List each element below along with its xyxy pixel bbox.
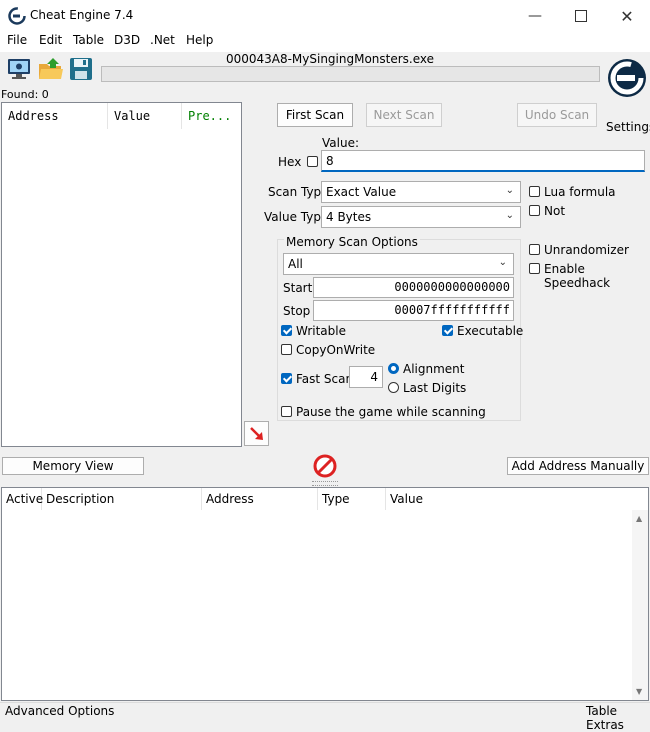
undo-scan-button[interactable]: Undo Scan bbox=[517, 103, 597, 127]
fast-scan-alignment-input[interactable]: 4 bbox=[349, 366, 383, 388]
process-title: 000043A8-MySingingMonsters.exe bbox=[225, 52, 435, 66]
save-icon bbox=[70, 58, 92, 80]
value-type-value: 4 Bytes bbox=[326, 210, 372, 224]
first-scan-button[interactable]: First Scan bbox=[277, 103, 353, 127]
enable-speedhack-checkbox[interactable] bbox=[529, 263, 540, 274]
clear-list-button[interactable] bbox=[312, 453, 338, 479]
add-address-manually-button[interactable]: Add Address Manually bbox=[507, 457, 649, 475]
next-scan-button[interactable]: Next Scan bbox=[366, 103, 442, 127]
settings-label[interactable]: Settings bbox=[606, 120, 650, 134]
chevron-down-icon: ⌄ bbox=[505, 185, 514, 196]
hex-label: Hex bbox=[278, 155, 302, 169]
maximize-icon bbox=[575, 10, 587, 22]
scan-type-label: Scan Type bbox=[268, 185, 329, 199]
writable-label: Writable bbox=[296, 324, 346, 338]
copy-on-write-checkbox[interactable] bbox=[281, 344, 292, 355]
not-checkbox[interactable] bbox=[529, 205, 540, 216]
memory-region-select[interactable]: All ⌄ bbox=[283, 253, 514, 275]
start-address-input[interactable]: 0000000000000000 bbox=[313, 277, 514, 298]
memory-region-value: All bbox=[288, 257, 303, 271]
value-type-label: Value Type bbox=[264, 210, 329, 224]
scan-results-list[interactable]: Address Value Pre... bbox=[1, 102, 242, 447]
open-process-button[interactable] bbox=[4, 55, 34, 83]
value-type-select[interactable]: 4 Bytes ⌄ bbox=[321, 206, 521, 228]
hex-checkbox[interactable] bbox=[307, 156, 318, 167]
stop-address-input[interactable]: 00007fffffffffff bbox=[313, 300, 514, 321]
results-header-previous[interactable]: Pre... bbox=[182, 103, 241, 129]
open-table-button[interactable] bbox=[36, 55, 66, 83]
cheat-engine-settings-logo-icon[interactable] bbox=[604, 52, 650, 104]
value-input[interactable]: 8 bbox=[321, 150, 645, 172]
menu-edit[interactable]: Edit bbox=[39, 33, 62, 47]
addrlist-header-value[interactable]: Value bbox=[386, 488, 632, 510]
pause-game-checkbox[interactable] bbox=[281, 406, 292, 417]
lua-formula-checkbox[interactable] bbox=[529, 186, 540, 197]
unrandomizer-checkbox[interactable] bbox=[529, 244, 540, 255]
scan-type-value: Exact Value bbox=[326, 185, 397, 199]
pause-game-label: Pause the game while scanning bbox=[296, 405, 486, 419]
table-extras-link[interactable]: Table Extras bbox=[586, 704, 650, 732]
writable-checkbox[interactable] bbox=[281, 325, 292, 336]
folder-open-icon bbox=[39, 58, 63, 79]
close-icon: ✕ bbox=[620, 6, 634, 26]
menu-net[interactable]: .Net bbox=[150, 33, 175, 47]
addrlist-header-address[interactable]: Address bbox=[202, 488, 318, 510]
menu-table[interactable]: Table bbox=[73, 33, 104, 47]
maximize-button[interactable] bbox=[558, 0, 604, 32]
menu-file[interactable]: File bbox=[7, 33, 27, 47]
address-list-scrollbar[interactable]: ▲ ▼ bbox=[632, 510, 648, 700]
fast-scan-checkbox[interactable] bbox=[281, 373, 292, 384]
scroll-down-icon[interactable]: ▼ bbox=[636, 687, 642, 696]
addrlist-header-description[interactable]: Description bbox=[42, 488, 202, 510]
results-header-address[interactable]: Address bbox=[2, 103, 108, 129]
start-label: Start bbox=[283, 281, 313, 295]
last-digits-radio[interactable] bbox=[388, 382, 399, 393]
memory-view-button[interactable]: Memory View bbox=[2, 457, 144, 475]
last-digits-label: Last Digits bbox=[403, 381, 467, 395]
scan-type-select[interactable]: Exact Value ⌄ bbox=[321, 181, 521, 203]
executable-label: Executable bbox=[457, 324, 524, 338]
advanced-options-link[interactable]: Advanced Options bbox=[5, 704, 114, 718]
chevron-down-icon: ⌄ bbox=[505, 210, 514, 221]
fast-scan-label: Fast Scan bbox=[296, 372, 354, 386]
scroll-up-icon[interactable]: ▲ bbox=[636, 514, 642, 523]
window-title: Cheat Engine 7.4 bbox=[30, 8, 134, 22]
minimize-button[interactable]: — bbox=[512, 0, 558, 32]
add-to-list-button[interactable] bbox=[244, 421, 269, 446]
addrlist-header-type[interactable]: Type bbox=[318, 488, 386, 510]
menu-help[interactable]: Help bbox=[186, 33, 213, 47]
menu-d3d[interactable]: D3D bbox=[114, 33, 140, 47]
memory-scan-options-title: Memory Scan Options bbox=[284, 235, 420, 249]
red-arrow-icon bbox=[249, 426, 263, 440]
unrandomizer-label: Unrandomizer bbox=[544, 243, 629, 257]
splitter-grip[interactable] bbox=[312, 481, 338, 486]
lua-formula-label: Lua formula bbox=[544, 185, 616, 199]
close-button[interactable]: ✕ bbox=[604, 0, 650, 32]
stop-label: Stop bbox=[283, 304, 311, 318]
alignment-radio[interactable] bbox=[388, 363, 399, 374]
chevron-down-icon: ⌄ bbox=[498, 257, 507, 268]
value-label: Value: bbox=[322, 136, 359, 150]
executable-checkbox[interactable] bbox=[442, 325, 453, 336]
address-list[interactable]: Active Description Address Type Value ▲ … bbox=[1, 487, 649, 701]
save-table-button[interactable] bbox=[66, 55, 96, 83]
results-header-value[interactable]: Value bbox=[108, 103, 182, 129]
minimize-icon: — bbox=[528, 8, 542, 24]
enable-speedhack-label: Enable Speedhack bbox=[544, 262, 611, 290]
copy-on-write-label: CopyOnWrite bbox=[296, 343, 376, 357]
scan-progress-bar bbox=[101, 66, 600, 82]
alignment-label: Alignment bbox=[403, 362, 465, 376]
found-count: Found: 0 bbox=[1, 88, 49, 101]
not-label: Not bbox=[544, 204, 566, 218]
addrlist-header-active[interactable]: Active bbox=[2, 488, 43, 510]
cheat-engine-logo-icon bbox=[8, 7, 26, 25]
computer-icon bbox=[8, 59, 30, 79]
no-entry-icon bbox=[313, 454, 337, 478]
